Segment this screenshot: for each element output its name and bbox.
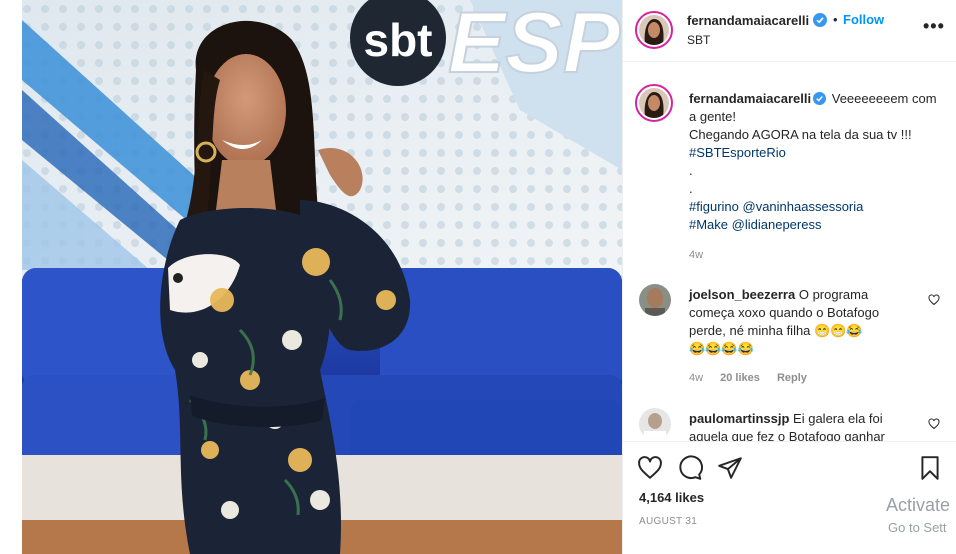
windows-activate-watermark-subtitle: Go to Sett bbox=[888, 520, 947, 535]
post-photo-canvas: sbt ESPO bbox=[0, 0, 622, 554]
bookmark-icon[interactable] bbox=[917, 455, 943, 481]
caption-dot-2: . bbox=[689, 181, 693, 196]
commenter-avatar[interactable] bbox=[639, 408, 671, 440]
sbt-logo-text: sbt bbox=[364, 14, 433, 66]
hashtag-make[interactable]: #Make bbox=[689, 217, 728, 232]
hashtag-figurino[interactable]: #figurino bbox=[689, 199, 739, 214]
comments-scroll-area[interactable]: fernandamaiacarelli Veeeeeeeem com a gen… bbox=[623, 62, 956, 441]
comment-meta: 4w 20 likes Reply bbox=[689, 372, 821, 384]
caption-dot-1: . bbox=[689, 163, 693, 178]
caption-line-2: Chegando AGORA na tela da sua tv !!! bbox=[689, 127, 912, 142]
commenter-avatar-image bbox=[639, 284, 671, 316]
caption-verified-badge-icon bbox=[813, 92, 827, 105]
mention-vaninhaassessoria[interactable]: @vaninhaassessoria bbox=[743, 199, 864, 214]
author-username[interactable]: fernandamaiacarelli bbox=[687, 13, 809, 28]
comment-icon[interactable] bbox=[677, 455, 703, 481]
commenter-avatar[interactable] bbox=[639, 284, 671, 316]
post-photo[interactable]: sbt ESPO bbox=[0, 0, 622, 554]
likes-count[interactable]: 4,164 likes bbox=[639, 490, 704, 505]
post-header: fernandamaiacarelli • Follow SBT ••• bbox=[623, 0, 956, 62]
heart-icon[interactable] bbox=[637, 455, 663, 481]
author-avatar[interactable] bbox=[635, 11, 673, 49]
esporte-sign: ESPO bbox=[448, 0, 622, 91]
commenter-username[interactable]: joelson_beezerra bbox=[689, 287, 795, 302]
comment-like-heart-icon[interactable] bbox=[928, 418, 940, 430]
comment-text: paulomartinssjp Ei galera ela foi aquela… bbox=[689, 410, 909, 441]
caption-avatar-image bbox=[639, 88, 669, 118]
comment-likes-count[interactable]: 20 likes bbox=[720, 372, 760, 384]
follow-button[interactable]: Follow bbox=[843, 12, 884, 27]
comment-time-ago[interactable]: 4w bbox=[689, 372, 703, 384]
mention-lidianeperess[interactable]: @lidianeperess bbox=[732, 217, 822, 232]
commenter-avatar-image bbox=[639, 408, 671, 440]
comment-text: joelson_beezerra O programa começa xoxo … bbox=[689, 286, 909, 358]
post-date[interactable]: AUGUST 31 bbox=[639, 516, 697, 527]
author-avatar-image bbox=[639, 15, 669, 45]
verified-badge-icon bbox=[813, 13, 827, 27]
more-options-icon[interactable]: ••• bbox=[923, 17, 945, 35]
commenter-username[interactable]: paulomartinssjp bbox=[689, 411, 789, 426]
comment-reply-button[interactable]: Reply bbox=[777, 372, 807, 384]
caption-author-avatar[interactable] bbox=[635, 84, 673, 122]
comment-emoji-line: 😂😂😂😂 bbox=[689, 341, 754, 356]
header-separator-dot: • bbox=[833, 12, 838, 27]
caption-time-ago[interactable]: 4w bbox=[689, 246, 939, 264]
post-side-panel: fernandamaiacarelli • Follow SBT ••• fer… bbox=[622, 0, 956, 554]
share-icon[interactable] bbox=[717, 455, 743, 481]
caption-text: fernandamaiacarelli Veeeeeeeem com a gen… bbox=[689, 90, 939, 264]
comment-like-heart-icon[interactable] bbox=[928, 294, 940, 306]
hashtag-sbtesporterio[interactable]: #SBTEsporteRio bbox=[689, 145, 786, 160]
post-location[interactable]: SBT bbox=[687, 33, 710, 47]
windows-activate-watermark-title: Activate bbox=[886, 495, 951, 515]
caption-username[interactable]: fernandamaiacarelli bbox=[689, 91, 811, 106]
